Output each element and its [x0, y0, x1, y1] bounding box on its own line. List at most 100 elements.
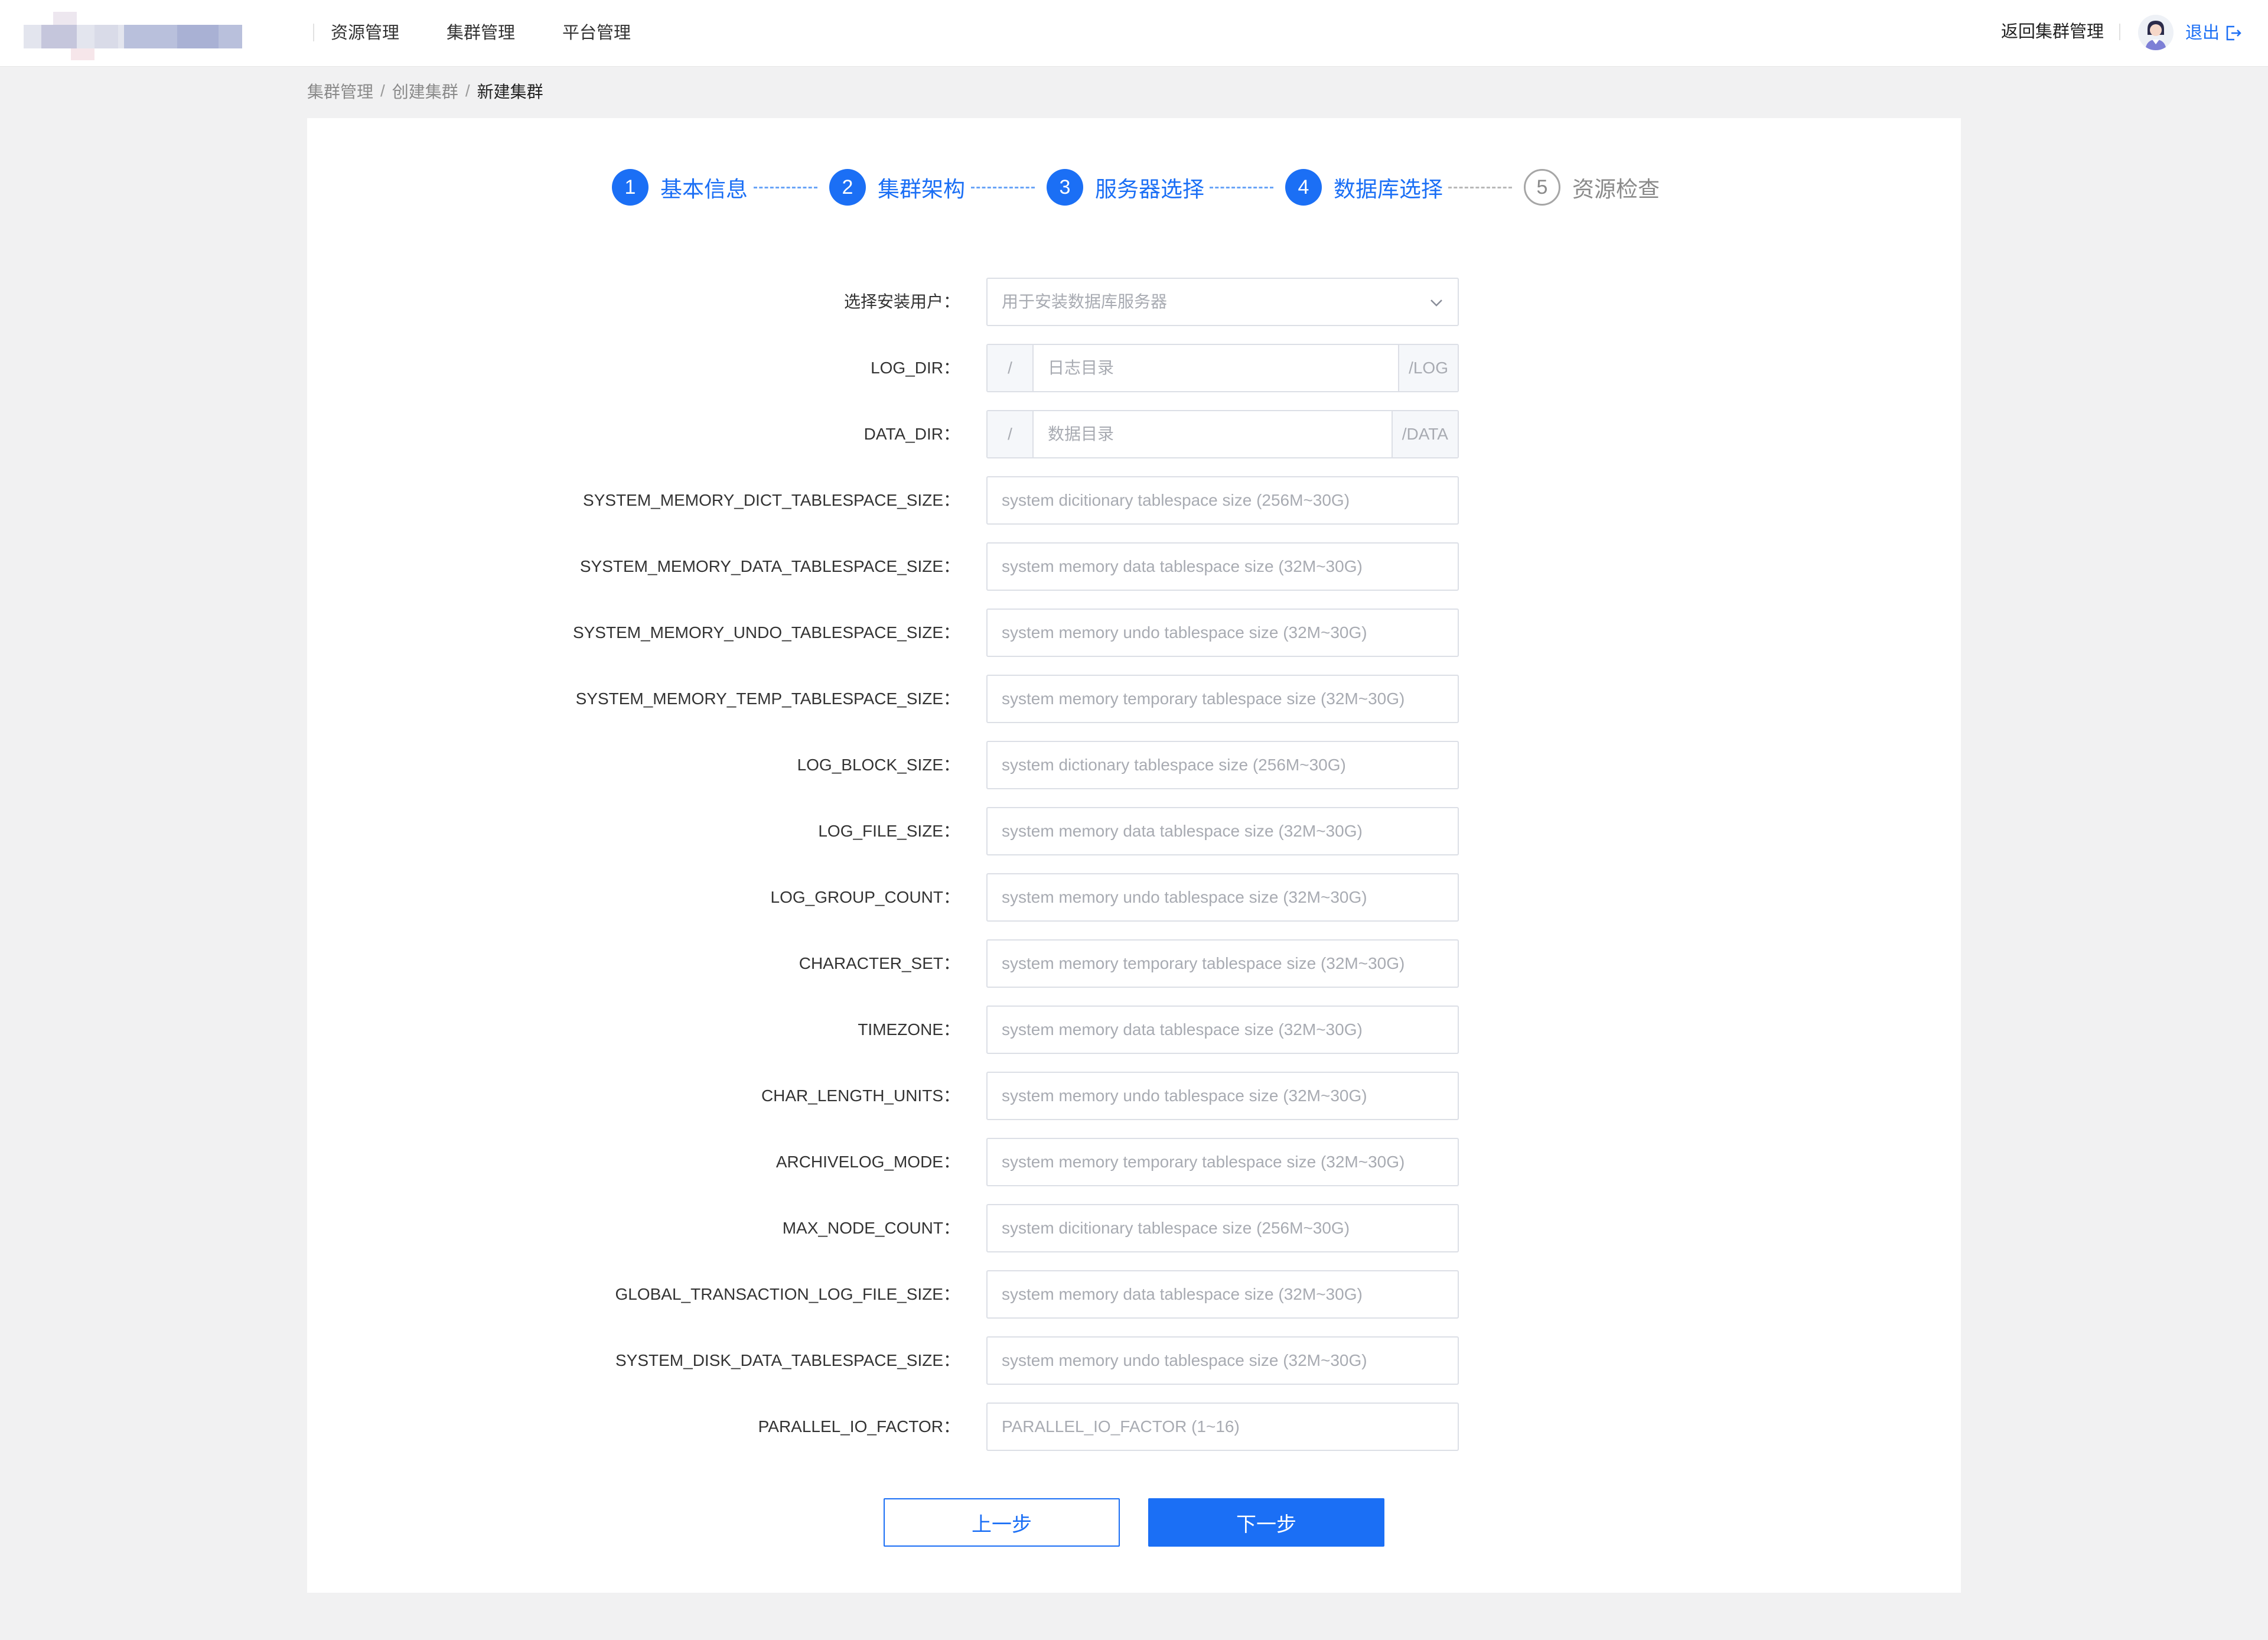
form-row-archivelog-mode: ARCHIVELOG_MODE：	[307, 1138, 1961, 1186]
log-dir-input-group: / /LOG	[986, 344, 1459, 392]
form-row-parallel-io-factor: PARALLEL_IO_FACTOR：	[307, 1403, 1961, 1451]
field-label: CHAR_LENGTH_UNITS：	[761, 1086, 960, 1105]
field-label: CHARACTER_SET：	[799, 954, 960, 972]
form-row-timezone: TIMEZONE：	[307, 1006, 1961, 1054]
parallel-io-factor-input[interactable]	[988, 1404, 1458, 1450]
step-connector	[754, 187, 817, 188]
system-memory-undo-tablespace-size-input[interactable]	[988, 610, 1458, 656]
step-database-selection: 4 数据库选择	[1285, 167, 1443, 208]
form-row-data-dir: DATA_DIR： / /DATA	[307, 410, 1961, 458]
divider	[313, 24, 314, 41]
chevron-down-icon	[1430, 300, 1442, 307]
field-label: LOG_GROUP_COUNT：	[770, 888, 960, 906]
step-connector	[971, 187, 1035, 188]
breadcrumb-cluster-management[interactable]: 集群管理	[307, 79, 373, 103]
install-user-placeholder: 用于安装数据库服务器	[1002, 292, 1168, 311]
step-connector	[1448, 187, 1512, 188]
form-row-log-group-count: LOG_GROUP_COUNT：	[307, 873, 1961, 922]
char-length-units-input[interactable]	[988, 1073, 1458, 1119]
logout-icon	[2226, 25, 2241, 41]
field-label: SYSTEM_MEMORY_UNDO_TABLESPACE_SIZE：	[572, 623, 960, 642]
form-row-global-transaction-log-file-size: GLOBAL_TRANSACTION_LOG_FILE_SIZE：	[307, 1270, 1961, 1319]
form-row-char-length-units: CHAR_LENGTH_UNITS：	[307, 1072, 1961, 1120]
step-number: 2	[829, 169, 866, 206]
user-avatar-icon	[2138, 15, 2174, 50]
breadcrumb-current: 新建集群	[477, 83, 543, 101]
install-user-select[interactable]: 用于安装数据库服务器	[986, 278, 1459, 326]
system-memory-temp-tablespace-size-input[interactable]	[988, 676, 1458, 722]
field-label: TIMEZONE：	[858, 1020, 960, 1039]
breadcrumb-create-cluster[interactable]: 创建集群	[392, 79, 458, 103]
form-row-log-block-size: LOG_BLOCK_SIZE：	[307, 741, 1961, 789]
data-dir-prefix: /	[988, 411, 1034, 457]
form-row-system-memory-data-tablespace-size: SYSTEM_MEMORY_DATA_TABLESPACE_SIZE：	[307, 542, 1961, 591]
data-dir-input-group: / /DATA	[986, 410, 1459, 458]
data-dir-label: DATA_DIR：	[863, 425, 960, 443]
step-number: 3	[1047, 169, 1083, 206]
step-connector	[1210, 187, 1273, 188]
next-step-button[interactable]: 下一步	[1148, 1498, 1384, 1547]
breadcrumb-separator: /	[465, 82, 470, 100]
divider	[2119, 24, 2120, 40]
system-memory-data-tablespace-size-input[interactable]	[988, 544, 1458, 590]
field-label: MAX_NODE_COUNT：	[782, 1219, 960, 1237]
avatar[interactable]	[2138, 15, 2174, 50]
log-block-size-input[interactable]	[988, 742, 1458, 788]
breadcrumb-separator: /	[380, 82, 385, 100]
form-row-log-file-size: LOG_FILE_SIZE：	[307, 807, 1961, 855]
form-row-max-node-count: MAX_NODE_COUNT：	[307, 1204, 1961, 1252]
archivelog-mode-input[interactable]	[988, 1139, 1458, 1185]
timezone-input[interactable]	[988, 1007, 1458, 1053]
step-resource-check: 5 资源检查	[1524, 167, 1660, 208]
system-disk-data-tablespace-size-input[interactable]	[988, 1338, 1458, 1384]
nav-platform-management[interactable]: 平台管理	[562, 0, 631, 66]
field-label: GLOBAL_TRANSACTION_LOG_FILE_SIZE：	[615, 1285, 960, 1303]
brand-logo[interactable]	[24, 12, 242, 60]
previous-step-button[interactable]: 上一步	[884, 1498, 1120, 1547]
nav-resource-management[interactable]: 资源管理	[331, 0, 399, 66]
breadcrumb: 集群管理 / 创建集群 / 新建集群	[307, 79, 543, 103]
step-cluster-architecture: 2 集群架构	[829, 167, 965, 208]
step-basic-info: 1 基本信息	[612, 167, 748, 208]
data-dir-suffix: /DATA	[1391, 411, 1458, 457]
field-label: ARCHIVELOG_MODE：	[775, 1153, 960, 1171]
log-dir-suffix: /LOG	[1398, 345, 1458, 391]
system-memory-dict-tablespace-size-input[interactable]	[988, 477, 1458, 523]
form-row-install-user: 选择安装用户： 用于安装数据库服务器	[307, 278, 1961, 326]
field-label: PARALLEL_IO_FACTOR：	[758, 1417, 960, 1436]
top-nav: 资源管理 集群管理 平台管理	[331, 0, 678, 66]
log-dir-label: LOG_DIR：	[871, 359, 960, 377]
log-group-count-input[interactable]	[988, 874, 1458, 920]
field-label: LOG_BLOCK_SIZE：	[797, 756, 960, 774]
install-user-label: 选择安装用户：	[843, 292, 960, 311]
form-row-log-dir: LOG_DIR： / /LOG	[307, 344, 1961, 392]
return-cluster-management-link[interactable]: 返回集群管理	[2001, 0, 2104, 64]
form-row-character-set: CHARACTER_SET：	[307, 939, 1961, 988]
log-dir-input[interactable]	[1034, 345, 1399, 391]
logout-button[interactable]: 退出	[2185, 0, 2242, 66]
step-number: 4	[1285, 169, 1322, 206]
step-number: 1	[612, 169, 649, 206]
step-label: 集群架构	[878, 177, 965, 201]
step-label: 资源检查	[1572, 177, 1660, 201]
form-row-system-disk-data-tablespace-size: SYSTEM_DISK_DATA_TABLESPACE_SIZE：	[307, 1336, 1961, 1385]
log-file-size-input[interactable]	[988, 808, 1458, 854]
step-label: 数据库选择	[1334, 177, 1443, 201]
global-transaction-log-file-size-input[interactable]	[988, 1271, 1458, 1317]
data-dir-input[interactable]	[1034, 411, 1392, 457]
step-server-selection: 3 服务器选择	[1047, 167, 1204, 208]
field-label: SYSTEM_MEMORY_DICT_TABLESPACE_SIZE：	[583, 491, 960, 509]
form-row-system-memory-dict-tablespace-size: SYSTEM_MEMORY_DICT_TABLESPACE_SIZE：	[307, 476, 1961, 525]
log-dir-prefix: /	[988, 345, 1034, 391]
step-label: 基本信息	[660, 177, 748, 201]
form-row-system-memory-undo-tablespace-size: SYSTEM_MEMORY_UNDO_TABLESPACE_SIZE：	[307, 609, 1961, 657]
character-set-input[interactable]	[988, 941, 1458, 987]
max-node-count-input[interactable]	[988, 1205, 1458, 1251]
field-label: SYSTEM_MEMORY_TEMP_TABLESPACE_SIZE：	[575, 689, 960, 708]
form-row-system-memory-temp-tablespace-size: SYSTEM_MEMORY_TEMP_TABLESPACE_SIZE：	[307, 675, 1961, 723]
step-progress: 1 基本信息 2 集群架构 3 服务器选择 4 数据库选择 5 资源检查	[307, 167, 1961, 208]
main-card: 1 基本信息 2 集群架构 3 服务器选择 4 数据库选择 5 资源检查 选择安…	[307, 118, 1961, 1593]
step-number: 5	[1524, 169, 1560, 206]
nav-cluster-management[interactable]: 集群管理	[447, 0, 515, 66]
step-label: 服务器选择	[1095, 177, 1204, 201]
